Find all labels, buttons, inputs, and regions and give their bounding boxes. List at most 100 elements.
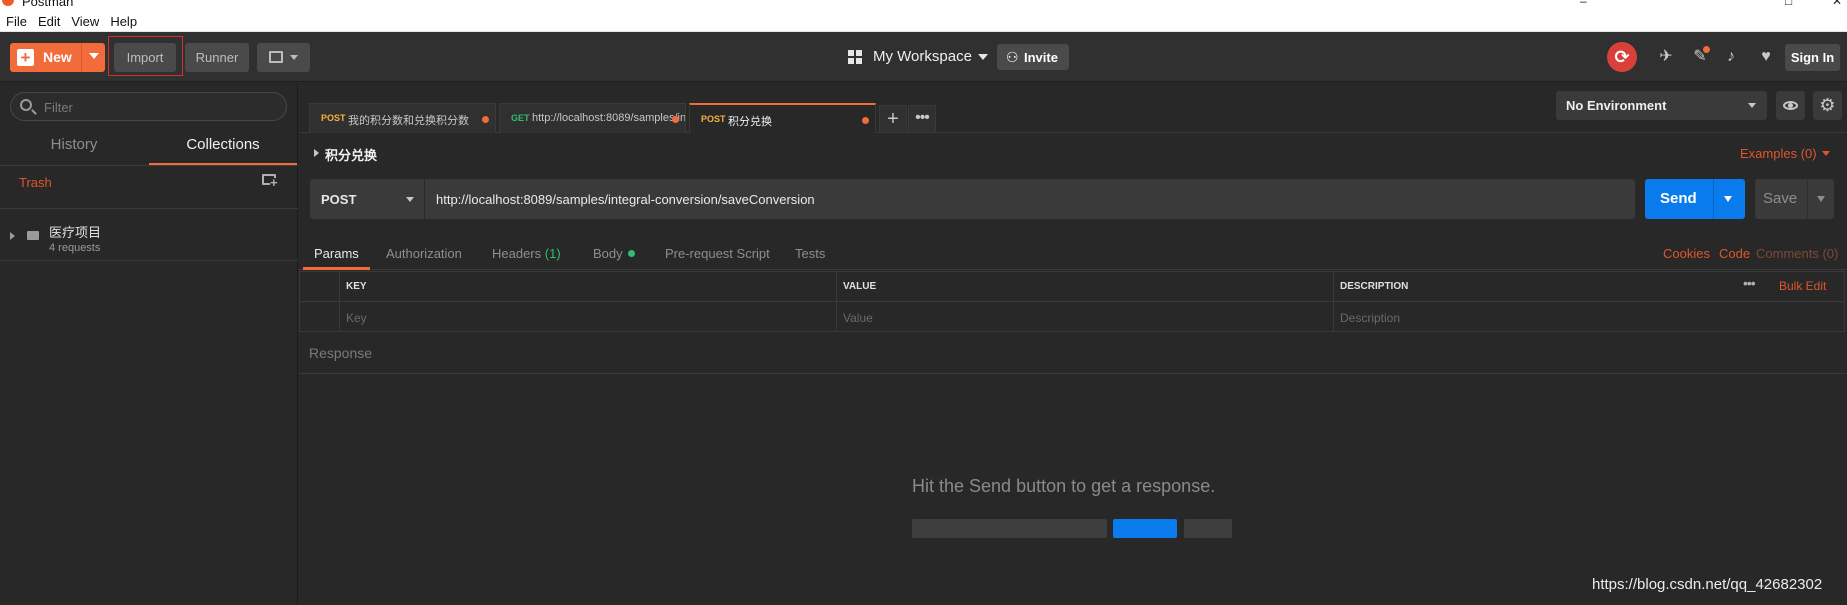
request-tab[interactable]: POST 我的积分数和兑换积分数 xyxy=(309,103,496,133)
request-tab-title: 我的积分数和兑换积分数 xyxy=(348,115,469,127)
filter-field[interactable] xyxy=(10,92,287,121)
new-collection-icon[interactable] xyxy=(262,174,278,188)
description-input[interactable]: Description xyxy=(1333,301,1845,332)
unsaved-dot xyxy=(862,117,869,124)
send-label: Send xyxy=(1660,190,1697,207)
active-tab-indicator xyxy=(303,267,370,270)
environment-label: No Environment xyxy=(1566,98,1667,113)
new-button[interactable]: + New xyxy=(10,43,105,72)
chevron-right-icon[interactable] xyxy=(10,232,15,240)
placeholder-bar-send xyxy=(1113,519,1177,538)
method-select[interactable]: POST xyxy=(310,179,424,219)
tab-headers-label: Headers xyxy=(492,246,542,261)
environment-selector[interactable]: No Environment xyxy=(1556,91,1767,120)
request-tab-active[interactable]: POST 积分兑换 xyxy=(689,103,876,133)
tab-authorization[interactable]: Authorization xyxy=(386,246,462,261)
collection-name: 医疗项目 xyxy=(49,225,102,240)
tab-history[interactable]: History xyxy=(0,132,148,166)
url-input[interactable] xyxy=(436,189,1616,209)
table-header-key: KEY xyxy=(339,271,837,302)
key-input[interactable]: Key xyxy=(339,301,837,332)
chevron-down-icon[interactable] xyxy=(1724,196,1732,202)
menu-help[interactable]: Help xyxy=(104,10,142,29)
heart-icon[interactable]: ♥ xyxy=(1756,47,1776,67)
cookies-link[interactable]: Cookies xyxy=(1663,246,1710,261)
collection-count: 4 requests xyxy=(49,242,101,254)
chevron-down-icon[interactable] xyxy=(1817,196,1825,202)
method-badge: POST xyxy=(701,114,726,124)
more-tabs-button[interactable]: ••• xyxy=(908,105,936,133)
save-button[interactable]: Save xyxy=(1755,179,1834,219)
minimize-icon[interactable]: – xyxy=(1580,0,1587,8)
invite-label: Invite xyxy=(1024,50,1058,65)
request-tab-title: 积分兑换 xyxy=(728,116,772,128)
code-link[interactable]: Code xyxy=(1719,246,1750,261)
trash-link[interactable]: Trash xyxy=(19,175,52,190)
notification-dot xyxy=(1703,46,1710,53)
table-header-description: DESCRIPTION xyxy=(1333,271,1845,302)
response-label: Response xyxy=(309,345,373,361)
import-button[interactable]: Import xyxy=(114,43,176,72)
placeholder-bar xyxy=(1184,519,1232,538)
close-icon[interactable]: ✕ xyxy=(1832,0,1842,8)
window-title: Postman xyxy=(22,0,74,9)
unsaved-dot xyxy=(482,116,489,123)
divider xyxy=(0,165,298,166)
value-input[interactable]: Value xyxy=(836,301,1334,332)
new-window-icon xyxy=(269,51,283,63)
gear-icon[interactable]: ⚙ xyxy=(1813,91,1842,120)
satellite-icon[interactable]: ✈ xyxy=(1656,47,1676,67)
chevron-down-icon xyxy=(1748,103,1756,108)
workspace-selector[interactable]: My Workspace xyxy=(848,47,998,67)
window-titlebar: Postman – □ ✕ xyxy=(0,0,1847,10)
plus-icon: + xyxy=(17,49,34,66)
tab-collections[interactable]: Collections xyxy=(149,132,297,166)
method-badge: POST xyxy=(321,113,346,123)
invite-button[interactable]: ⚇ Invite xyxy=(997,44,1069,70)
sidebar: History Collections Trash 医疗项目 4 request… xyxy=(0,83,298,605)
filter-input[interactable] xyxy=(44,97,274,117)
chevron-down-icon[interactable] xyxy=(1822,151,1830,156)
response-empty-message: Hit the Send button to get a response. xyxy=(912,476,1216,496)
examples-link[interactable]: Examples (0) xyxy=(1740,146,1817,161)
value-header: VALUE xyxy=(843,281,877,292)
menu-edit[interactable]: Edit xyxy=(32,10,65,29)
tab-body[interactable]: Body xyxy=(593,246,635,261)
menu-view[interactable]: View xyxy=(65,10,104,29)
menu-file[interactable]: File xyxy=(0,10,32,29)
tab-headers[interactable]: Headers (1) xyxy=(492,246,561,261)
add-tab-button[interactable]: + xyxy=(879,105,907,133)
collection-item[interactable]: 医疗项目 4 requests xyxy=(0,209,298,261)
send-button[interactable]: Send xyxy=(1645,179,1745,219)
bulk-edit-link[interactable]: Bulk Edit xyxy=(1779,279,1826,293)
eye-icon xyxy=(1783,101,1798,110)
search-icon xyxy=(20,99,32,111)
description-placeholder: Description xyxy=(1340,311,1401,325)
tab-tests[interactable]: Tests xyxy=(795,246,825,261)
chevron-down-icon[interactable] xyxy=(89,53,99,59)
add-user-icon: ⚇ xyxy=(1006,49,1019,65)
more-options-icon[interactable]: ••• xyxy=(1743,275,1756,291)
workspace-name: My Workspace xyxy=(873,48,972,65)
url-field[interactable] xyxy=(425,179,1635,219)
comments-link[interactable]: Comments (0) xyxy=(1756,246,1838,261)
key-header: KEY xyxy=(346,281,367,292)
sync-icon[interactable]: ⟳ xyxy=(1607,42,1637,72)
request-subtabs: Params Authorization Headers (1) Body Pr… xyxy=(299,237,1847,270)
environment-quick-look-button[interactable] xyxy=(1776,91,1805,120)
tab-params[interactable]: Params xyxy=(314,246,359,261)
new-window-button[interactable] xyxy=(257,43,310,72)
chevron-right-icon[interactable] xyxy=(314,149,319,157)
request-name: 积分兑换 xyxy=(325,148,378,163)
placeholder-bar xyxy=(912,519,1107,538)
tab-prerequest-script[interactable]: Pre-request Script xyxy=(665,246,770,261)
sign-in-button[interactable]: Sign In xyxy=(1785,44,1840,71)
chevron-down-icon xyxy=(406,197,414,202)
new-label: New xyxy=(43,49,72,65)
request-tab[interactable]: GET http://localhost:8089/samples/in xyxy=(499,103,686,133)
maximize-icon[interactable]: □ xyxy=(1785,0,1792,8)
runner-button[interactable]: Runner xyxy=(185,43,249,72)
bell-icon[interactable]: ♪ xyxy=(1721,47,1741,67)
value-placeholder: Value xyxy=(843,311,873,325)
app-header: + New Import Runner My Workspace ⚇ Invit… xyxy=(0,32,1847,82)
